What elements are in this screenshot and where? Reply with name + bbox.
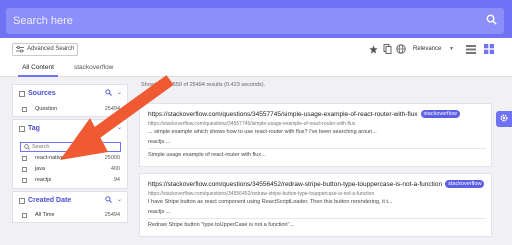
search-icon[interactable] xyxy=(105,89,112,98)
item-count: 400 xyxy=(110,166,120,172)
facet-title: Created Date xyxy=(28,197,72,204)
item-label: java xyxy=(35,166,46,172)
tab-all-content[interactable]: All Content xyxy=(18,60,58,77)
facet-created-date: Created Date ⌄ All Time 25494 xyxy=(12,191,128,223)
facet-toggle-checkbox[interactable] xyxy=(19,126,25,132)
search-icon xyxy=(486,12,497,30)
search-page: Advanced Search Relevance ▼ All Content … xyxy=(0,0,512,245)
list-item[interactable]: react-native 25000 xyxy=(13,154,127,164)
grid-view-icon[interactable] xyxy=(484,44,494,54)
results-summary: Showing ... 3550 of 25494 results (0.423… xyxy=(141,82,266,88)
result-title-line: Redraw Stripe button "type.toUpperCase i… xyxy=(148,222,295,228)
result-sub-url[interactable]: https://stackoverflow.com/questions/3455… xyxy=(148,121,355,127)
sort-select[interactable]: Relevance ▼ xyxy=(410,43,456,55)
filter-sliders-icon xyxy=(16,46,24,58)
search-button[interactable] xyxy=(482,12,500,30)
globe-icon[interactable] xyxy=(396,44,406,54)
result-url[interactable]: https://stackoverflow.com/questions/3455… xyxy=(148,181,442,188)
toolbar: Advanced Search Relevance ▼ xyxy=(0,38,512,60)
facet-title: Sources xyxy=(28,90,56,97)
tab-label: All Content xyxy=(22,64,54,71)
advanced-search-label: Advanced Search xyxy=(27,46,75,52)
result-card: https://stackoverflow.com/questions/3455… xyxy=(139,173,492,237)
item-count: 25494 xyxy=(104,212,120,218)
result-title-link[interactable]: https://stackoverflow.com/questions/3455… xyxy=(148,180,485,188)
item-count: 94 xyxy=(113,177,120,183)
list-view-icon[interactable] xyxy=(466,44,476,54)
result-snippet: ... simple example which shows how to us… xyxy=(148,129,377,135)
item-label: react-native xyxy=(35,155,64,161)
checkbox[interactable] xyxy=(22,167,27,172)
list-item[interactable]: Question 25494 xyxy=(13,105,127,115)
result-snippet: I have Stripe button as react component … xyxy=(148,199,393,205)
divider xyxy=(148,218,486,219)
list-item[interactable]: All Time 25494 xyxy=(13,211,127,221)
advanced-search-button[interactable]: Advanced Search xyxy=(12,43,79,58)
result-card: https://stackoverflow.com/questions/3455… xyxy=(139,103,492,167)
search-input[interactable] xyxy=(13,8,473,34)
chevron-down-icon[interactable]: ⌄ xyxy=(117,89,122,96)
list-item[interactable]: java 400 xyxy=(13,165,127,175)
item-count: 25494 xyxy=(104,106,120,112)
star-icon[interactable] xyxy=(368,44,378,54)
tab-stackoverflow[interactable]: stackoverflow xyxy=(74,60,113,77)
chevron-down-icon[interactable]: ⌄ xyxy=(117,124,122,131)
checkbox[interactable] xyxy=(22,107,27,112)
tab-label: stackoverflow xyxy=(74,64,114,71)
result-sub-url[interactable]: https://stackoverflow.com/questions/3455… xyxy=(148,191,374,197)
result-tags: reactjs ... xyxy=(148,209,171,215)
search-box xyxy=(6,8,504,34)
header-bar xyxy=(0,0,512,38)
sort-select-value: Relevance xyxy=(413,46,442,52)
checkbox[interactable] xyxy=(22,156,27,161)
close-icon[interactable]: ✕ xyxy=(105,124,111,132)
result-tags: reactjs ... xyxy=(148,139,171,145)
facet-toggle-checkbox[interactable] xyxy=(19,91,25,97)
item-count: 25000 xyxy=(104,155,120,161)
item-label: Question xyxy=(35,106,58,112)
source-badge: stackoverflow xyxy=(420,110,460,118)
item-label: All Time xyxy=(35,212,55,218)
bookmark-icon[interactable] xyxy=(382,44,392,54)
item-label: reactjs xyxy=(35,177,52,183)
checkbox[interactable] xyxy=(22,213,27,218)
gear-icon xyxy=(499,110,509,128)
facet-sources: Sources ⌄ Question 25494 xyxy=(12,84,128,117)
facet-title: Tag xyxy=(28,125,40,132)
search-icon[interactable] xyxy=(105,196,112,205)
divider xyxy=(148,148,486,149)
facet-tag: Tag ✕ ⌄ react-native 25000 java 400 reac… xyxy=(12,119,128,189)
tab-bar: All Content stackoverflow xyxy=(0,60,512,77)
list-item[interactable]: reactjs 94 xyxy=(13,176,127,186)
tag-search-box xyxy=(20,142,121,152)
chevron-down-icon: ▼ xyxy=(449,46,454,52)
result-title-link[interactable]: https://stackoverflow.com/questions/3455… xyxy=(148,110,460,118)
source-badge: stackoverflow xyxy=(445,180,485,188)
facet-toggle-checkbox[interactable] xyxy=(19,198,25,204)
tag-search-input[interactable] xyxy=(32,143,120,151)
settings-button[interactable] xyxy=(496,111,512,127)
checkbox[interactable] xyxy=(22,178,27,183)
result-url[interactable]: https://stackoverflow.com/questions/3455… xyxy=(148,111,418,118)
search-icon xyxy=(24,144,30,152)
result-title-line: Simple usage example of react-router wit… xyxy=(148,152,266,158)
chevron-down-icon[interactable]: ⌄ xyxy=(117,196,122,203)
